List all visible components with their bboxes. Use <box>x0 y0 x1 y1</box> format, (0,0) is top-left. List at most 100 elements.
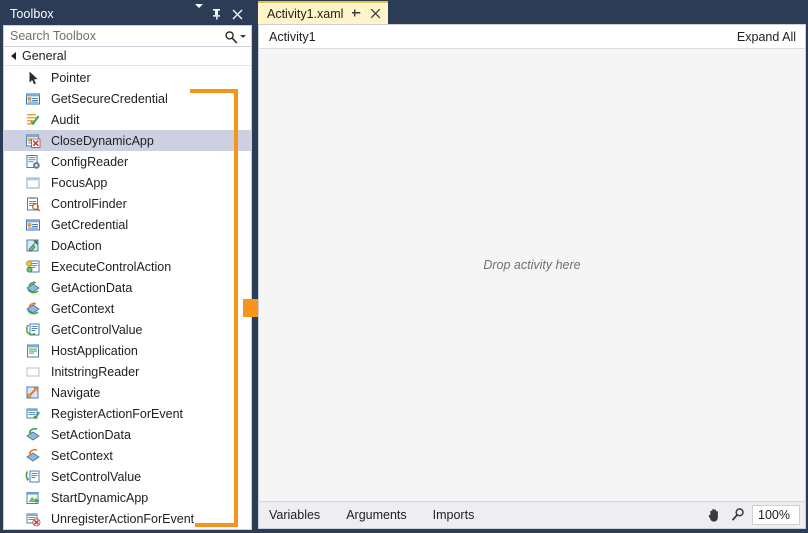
blank-rect-icon <box>25 364 41 380</box>
toolbox-item-controlfinder[interactable]: ControlFinder <box>4 193 251 214</box>
window-close-icon <box>25 133 41 149</box>
toolbox-item-label: SetControlValue <box>51 469 142 484</box>
unregister-event-icon <box>25 511 41 527</box>
toolbox-item-label: GetContext <box>51 301 115 316</box>
document-gear-icon <box>25 154 41 170</box>
toolbox-header: Toolbox <box>3 3 252 25</box>
footer-link-imports[interactable]: Imports <box>433 508 475 522</box>
breadcrumb-bar: Activity1 Expand All <box>259 25 805 49</box>
toolbox-item-label: HostApplication <box>51 343 138 358</box>
pin-icon[interactable] <box>212 8 223 20</box>
footer-link-variables[interactable]: Variables <box>269 508 320 522</box>
start-app-icon <box>25 490 41 506</box>
control-action-icon <box>25 259 41 275</box>
toolbox-item-navigate[interactable]: Navigate <box>4 382 251 403</box>
toolbox-item-label: GetControlValue <box>51 322 143 337</box>
toolbox-item-getcontrolvalue[interactable]: GetControlValue <box>4 319 251 340</box>
toolbox-item-pointer[interactable]: Pointer <box>4 67 251 88</box>
toolbox-item-executecontrolaction[interactable]: ExecuteControlAction <box>4 256 251 277</box>
get-control-value-icon <box>25 322 41 338</box>
toolbox-item-label: InitstringReader <box>51 364 140 379</box>
toolbox-title: Toolbox <box>10 7 54 21</box>
close-icon[interactable] <box>232 9 243 20</box>
designer-footer: Variables Arguments Imports 100% <box>259 501 805 528</box>
tab-activity1-xaml[interactable]: Activity1.xaml <box>258 1 389 24</box>
pin-icon[interactable] <box>351 8 362 20</box>
toolbox-item-initstringreader[interactable]: InitstringReader <box>4 361 251 382</box>
clipboard-search-icon <box>25 196 41 212</box>
toolbox-item-label: GetSecureCredential <box>51 91 168 106</box>
toolbox-item-closedynamicapp[interactable]: CloseDynamicApp <box>4 130 251 151</box>
toolbox-item-focusapp[interactable]: FocusApp <box>4 172 251 193</box>
toolbox-item-setactiondata[interactable]: SetActionData <box>4 424 251 445</box>
toolbox-item-doaction[interactable]: DoAction <box>4 235 251 256</box>
activity-canvas[interactable]: Drop activity here <box>259 49 805 501</box>
pointer-icon <box>25 70 41 86</box>
magnifier-zoom-icon[interactable] <box>728 505 748 525</box>
tab-label: Activity1.xaml <box>267 6 344 21</box>
toolbox-item-label: FocusApp <box>51 175 108 190</box>
toolbox-group-general[interactable]: General <box>4 47 251 66</box>
credential-form-icon <box>25 91 41 107</box>
search-icon[interactable] <box>224 30 238 43</box>
toolbox-search-bar[interactable] <box>3 25 252 47</box>
toolbox-item-getsecurecredential[interactable]: GetSecureCredential <box>4 88 251 109</box>
visual-studio-window: Toolbox Search Toolbox General Pointer G… <box>0 0 808 533</box>
host-app-icon <box>25 343 41 359</box>
credential-form-icon <box>25 217 41 233</box>
toolbox-item-label: DoAction <box>51 238 102 253</box>
toolbox-item-label: Navigate <box>51 385 101 400</box>
drop-activity-hint: Drop activity here <box>483 258 581 272</box>
toolbox-item-label: ExecuteControlAction <box>51 259 172 274</box>
toolbox-header-buttons <box>195 3 252 20</box>
toolbox-item-label: CloseDynamicApp <box>51 133 154 148</box>
toolbox-item-label: SetContext <box>51 448 113 463</box>
toolbox-group-label: General <box>22 49 67 63</box>
close-icon[interactable] <box>370 8 381 19</box>
toolbox-item-label: Audit <box>51 112 80 127</box>
get-context-icon <box>25 301 41 317</box>
toolbox-item-hostapplication[interactable]: HostApplication <box>4 340 251 361</box>
get-data-icon <box>25 280 41 296</box>
chevron-down-icon[interactable] <box>195 3 203 20</box>
search-options-chevron-down-icon[interactable] <box>240 34 246 38</box>
expand-all-link[interactable]: Expand All <box>737 30 796 44</box>
toolbox-item-setcontrolvalue[interactable]: SetControlValue <box>4 466 251 487</box>
toolbox-item-label: GetActionData <box>51 280 133 295</box>
register-event-icon <box>25 406 41 422</box>
toolbox-item-getcontext[interactable]: GetContext <box>4 298 251 319</box>
toolbox-item-audit[interactable]: Audit <box>4 109 251 130</box>
toolbox-item-unregisteractionforevent[interactable]: UnregisterActionForEvent <box>4 508 251 529</box>
toolbox-item-label: StartDynamicApp <box>51 490 149 505</box>
toolbox-item-getcredential[interactable]: GetCredential <box>4 214 251 235</box>
zoom-level-field[interactable]: 100% <box>752 505 800 525</box>
toolbox-item-label: Pointer <box>51 70 91 85</box>
navigate-icon <box>25 385 41 401</box>
toolbox-item-label: ConfigReader <box>51 154 129 169</box>
toolbox-item-setcontext[interactable]: SetContext <box>4 445 251 466</box>
toolbox-item-registeractionforevent[interactable]: RegisterActionForEvent <box>4 403 251 424</box>
breadcrumb[interactable]: Activity1 <box>269 30 737 44</box>
hand-pan-icon[interactable] <box>704 505 724 525</box>
set-data-icon <box>25 427 41 443</box>
toolbox-item-startdynamicapp[interactable]: StartDynamicApp <box>4 487 251 508</box>
designer-surface: Activity1 Expand All Drop activity here … <box>258 24 806 529</box>
toolbox-item-label: SetActionData <box>51 427 131 442</box>
action-arrow-icon <box>25 238 41 254</box>
toolbox-panel: Toolbox Search Toolbox General Pointer G… <box>0 0 253 533</box>
set-control-value-icon <box>25 469 41 485</box>
toolbox-list-container[interactable]: General Pointer GetSecureCredential Audit C… <box>3 47 252 530</box>
expander-triangle-icon[interactable] <box>11 52 16 60</box>
search-input[interactable] <box>4 28 224 44</box>
footer-link-arguments[interactable]: Arguments <box>346 508 406 522</box>
toolbox-item-label: GetCredential <box>51 217 129 232</box>
checklist-check-icon <box>25 112 41 128</box>
toolbox-item-list: Pointer GetSecureCredential Audit CloseDyna… <box>4 66 251 529</box>
toolbox-item-configreader[interactable]: ConfigReader <box>4 151 251 172</box>
tab-strip: Activity1.xaml <box>256 0 808 24</box>
set-context-icon <box>25 448 41 464</box>
toolbox-item-label: ControlFinder <box>51 196 127 211</box>
designer-panel: Activity1.xaml Activity1 Expand All Drop… <box>256 0 808 533</box>
toolbox-item-getactiondata[interactable]: GetActionData <box>4 277 251 298</box>
toolbox-item-label: UnregisterActionForEvent <box>51 511 195 526</box>
